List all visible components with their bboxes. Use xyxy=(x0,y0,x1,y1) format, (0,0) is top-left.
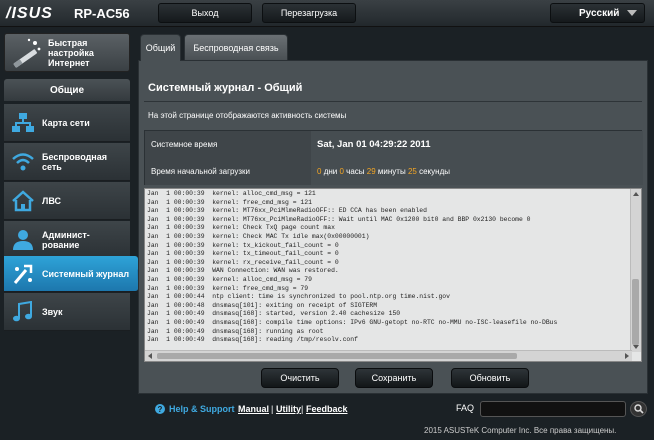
scroll-down-icon[interactable] xyxy=(633,345,639,349)
scroll-thumb[interactable] xyxy=(632,279,639,345)
table-row: Системное время Sat, Jan 01 04:29:22 201… xyxy=(145,131,643,158)
log-line: Jan 1 00:00:39 kernel: free_cmd_msg = 12… xyxy=(147,198,312,206)
log-line: Jan 1 00:00:39 kernel: free_cmd_msg = 79 xyxy=(147,284,309,292)
faq-label: FAQ xyxy=(456,403,475,413)
sidebar-item-network-map[interactable]: Карта сети xyxy=(4,104,130,142)
clear-button[interactable]: Очистить xyxy=(261,368,339,388)
sidebar-item-label: Админист- рование xyxy=(42,229,90,250)
uptime-days-unit: дни xyxy=(323,167,338,176)
uptime-hours-unit: часы xyxy=(346,167,365,176)
page-description: На этой странице отображаются активность… xyxy=(148,111,347,120)
reboot-button[interactable]: Перезагрузка xyxy=(262,3,356,23)
scroll-thumb[interactable] xyxy=(157,353,517,359)
quick-setup-label: Быстрая настройка Интернет xyxy=(48,37,94,68)
log-line: Jan 1 00:00:39 kernel: tx_kickout_fail_c… xyxy=(147,241,339,249)
sidebar-section-general: Общие xyxy=(4,79,130,101)
log-line: Jan 1 00:00:39 kernel: MT76xx_PciMlmeRad… xyxy=(147,215,531,223)
log-line: Jan 1 00:00:39 kernel: alloc_cmd_msg = 1… xyxy=(147,190,316,197)
music-icon xyxy=(10,299,36,325)
language-select[interactable]: Русский xyxy=(550,3,645,23)
asus-logo: /ISUS xyxy=(6,5,53,22)
system-time-label: Системное время xyxy=(145,131,311,158)
vertical-scrollbar[interactable] xyxy=(630,189,641,352)
uptime-value: 0 дни 0 часы 29 минуты 25 секунды xyxy=(311,158,643,185)
uptime-minutes-unit: минуты xyxy=(377,167,406,176)
help-support-label: Help & Support xyxy=(169,404,235,414)
sidebar-item-lan[interactable]: ЛВС xyxy=(4,182,130,220)
log-line: Jan 1 00:00:39 kernel: MT76xx_PciMlmeRad… xyxy=(147,207,427,215)
save-button[interactable]: Сохранить xyxy=(355,368,433,388)
scroll-right-icon[interactable] xyxy=(625,353,629,359)
log-line: Jan 1 00:00:49 dnsmasq[168]: reading /tm… xyxy=(147,336,358,344)
manual-link[interactable]: Manual xyxy=(238,404,269,414)
system-log-textarea[interactable]: Jan 1 00:00:39 kernel: alloc_cmd_msg = 1… xyxy=(144,188,642,362)
log-line: Jan 1 00:00:39 kernel: tx_timeout_fail_c… xyxy=(147,250,339,258)
uptime-days: 0 xyxy=(317,167,322,176)
faq-search-input[interactable] xyxy=(480,401,626,417)
sidebar-item-sound[interactable]: Звук xyxy=(4,293,130,331)
sidebar-item-label: Звук xyxy=(42,306,63,317)
sidebar-item-label: Карта сети xyxy=(42,117,90,128)
sidebar-item-system-log[interactable]: Системный журнал xyxy=(4,256,143,292)
log-line: Jan 1 00:00:39 kernel: rx_receive_fail_c… xyxy=(147,258,339,266)
sidebar-item-administration[interactable]: Админист- рование xyxy=(4,221,130,259)
question-icon: ? xyxy=(155,404,165,414)
sidebar-item-label: Беспроводная сеть xyxy=(42,151,107,172)
chevron-down-icon xyxy=(627,10,637,16)
tab-general[interactable]: Общий xyxy=(140,34,181,61)
scroll-left-icon[interactable] xyxy=(148,353,152,359)
logout-button[interactable]: Выход xyxy=(158,3,252,23)
separator: | xyxy=(271,404,274,414)
admin-icon xyxy=(10,227,36,253)
log-line: Jan 1 00:00:39 kernel: Check MAC Tx idle… xyxy=(147,232,370,240)
log-line: Jan 1 00:00:39 kernel: alloc_cmd_msg = 7… xyxy=(147,275,312,283)
horizontal-scrollbar[interactable] xyxy=(145,350,632,361)
uptime-hours: 0 xyxy=(339,167,344,176)
sidebar-item-wireless[interactable]: Беспроводная сеть xyxy=(4,143,130,181)
search-button[interactable] xyxy=(630,401,647,417)
log-line: Jan 1 00:00:39 kernel: Check TxQ page co… xyxy=(147,224,335,232)
log-line: Jan 1 00:00:49 dnsmasq[168]: running as … xyxy=(147,327,324,335)
utility-link[interactable]: Utility xyxy=(276,404,301,414)
sidebar-item-label: Системный журнал xyxy=(42,268,130,279)
log-line: Jan 1 00:00:48 dnsmasq[101]: exiting on … xyxy=(147,301,378,309)
system-time-value: Sat, Jan 01 04:29:22 2011 xyxy=(311,131,643,158)
system-log-icon xyxy=(10,261,36,287)
info-table: Системное время Sat, Jan 01 04:29:22 201… xyxy=(144,130,643,185)
feedback-link[interactable]: Feedback xyxy=(306,404,348,414)
search-icon xyxy=(633,404,644,414)
wand-icon xyxy=(13,38,41,68)
uptime-seconds: 25 xyxy=(407,167,417,176)
log-line: Jan 1 00:00:49 dnsmasq[168]: compile tim… xyxy=(147,318,558,326)
network-map-icon xyxy=(10,110,36,136)
language-value: Русский xyxy=(579,7,620,19)
sidebar-item-label: ЛВС xyxy=(42,195,61,206)
uptime-seconds-unit: секунды xyxy=(419,167,450,176)
home-lan-icon xyxy=(10,188,36,214)
help-support: ? Help & Support xyxy=(155,404,235,414)
copyright: 2015 ASUSTeK Computer Inc. Все права защ… xyxy=(424,426,617,435)
tab-wireless[interactable]: Беспроводная связь xyxy=(184,34,288,61)
table-row: Время начальной загрузки 0 дни 0 часы 29… xyxy=(145,158,643,185)
scroll-up-icon[interactable] xyxy=(633,192,639,196)
wireless-icon xyxy=(10,149,36,175)
log-line: Jan 1 00:00:49 dnsmasq[168]: started, ve… xyxy=(147,310,401,318)
uptime-minutes: 29 xyxy=(366,167,376,176)
uptime-label: Время начальной загрузки xyxy=(145,158,311,185)
page-title: Системный журнал - Общий xyxy=(148,82,303,94)
quick-internet-setup-button[interactable]: Быстрая настройка Интернет xyxy=(4,33,130,72)
log-line: Jan 1 00:00:44 ntp client: time is synch… xyxy=(147,293,450,301)
model-name: RP-AC56 xyxy=(74,6,130,21)
separator: | xyxy=(301,404,304,414)
refresh-button[interactable]: Обновить xyxy=(451,368,529,388)
title-divider xyxy=(144,101,642,102)
log-lines: Jan 1 00:00:39 kernel: alloc_cmd_msg = 1… xyxy=(147,190,627,345)
log-line: Jan 1 00:00:39 WAN Connection: WAN was r… xyxy=(147,267,339,275)
